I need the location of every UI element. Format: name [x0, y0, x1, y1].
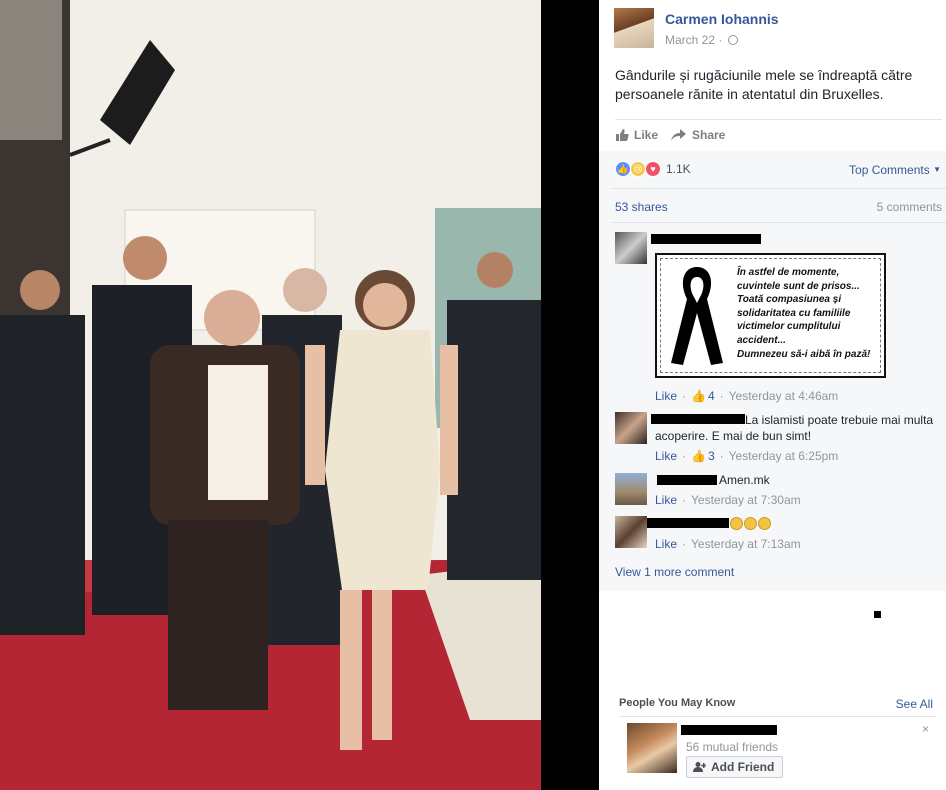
see-all-link[interactable]: See All	[896, 697, 933, 711]
comment-like-count[interactable]: 👍 3	[691, 449, 715, 463]
post-meta: March 22 ·	[665, 33, 738, 47]
ribbon-caption: În astfel de momente, cuvintele sunt de …	[737, 266, 882, 361]
sad-reaction-icon: 😢	[630, 161, 646, 177]
crying-emoji-icon	[730, 517, 743, 530]
dot-separator: ·	[682, 389, 687, 403]
comment-footer: Like · 👍 4 · Yesterday at 4:46am	[655, 389, 838, 403]
shares-link[interactable]: 53 shares	[615, 200, 668, 214]
view-more-comments-link[interactable]: View 1 more comment	[615, 565, 734, 579]
caption-line: cuvintele sunt de prisos...	[737, 280, 860, 292]
commenter-avatar[interactable]	[615, 412, 647, 444]
caption-line: victimelor cumplitului	[737, 321, 841, 333]
comments-count[interactable]: 5 comments	[877, 200, 942, 214]
divider	[619, 716, 937, 717]
comment-like-link[interactable]: Like	[655, 389, 677, 403]
commenter-avatar[interactable]	[615, 473, 647, 505]
like-count-value: 3	[707, 449, 715, 463]
comment-footer: Like · 👍 3 · Yesterday at 6:25pm	[655, 449, 838, 463]
like-label: Like	[634, 128, 659, 142]
comment-text	[730, 516, 772, 532]
dot-separator: ·	[719, 389, 724, 403]
redacted-name	[681, 725, 777, 735]
post-actions: Like Share	[615, 119, 942, 150]
comment-like-count[interactable]: 👍 4	[691, 389, 715, 403]
suggested-friend-avatar[interactable]	[627, 723, 677, 773]
share-arrow-icon	[671, 129, 686, 141]
comment-text: La islamisti poate trebuie mai multa aco…	[655, 413, 934, 443]
post-text: Gândurile și rugăciunile mele se îndreap…	[615, 67, 913, 102]
add-friend-label: Add Friend	[711, 760, 775, 774]
reactions-summary[interactable]: 👍 😢 ♥ 1.1K	[615, 161, 691, 177]
divider	[611, 222, 946, 223]
top-comments-dropdown[interactable]: Top Comments ▼	[849, 163, 941, 177]
redacted-name	[651, 234, 761, 244]
post-side-panel: Carmen Iohannis March 22 · Gândurile și …	[599, 0, 946, 790]
close-icon[interactable]: ×	[922, 722, 929, 736]
dot-separator: ·	[682, 449, 687, 463]
author-name[interactable]: Carmen Iohannis	[665, 11, 779, 27]
caption-line: solidaritatea cu familiile	[737, 307, 851, 319]
caption-line: Toată compasiunea și	[737, 294, 842, 306]
author-avatar[interactable]	[614, 8, 654, 48]
love-reaction-icon: ♥	[645, 161, 661, 177]
post-date[interactable]: March 22	[665, 33, 715, 47]
small-thumb-icon: 👍	[691, 389, 706, 403]
caret-down-icon: ▼	[933, 165, 941, 174]
black-ribbon-icon	[671, 267, 723, 365]
comment-footer: Like · Yesterday at 7:13am	[655, 537, 801, 551]
commenter-avatar[interactable]	[615, 232, 647, 264]
comment-like-link[interactable]: Like	[655, 493, 677, 507]
comment-time[interactable]: Yesterday at 4:46am	[729, 389, 839, 403]
comment-time[interactable]: Yesterday at 7:13am	[691, 537, 801, 551]
like-button[interactable]: Like	[615, 128, 658, 142]
date-separator: ·	[718, 33, 723, 47]
comment-image-black-ribbon[interactable]: În astfel de momente, cuvintele sunt de …	[655, 253, 886, 378]
like-count-value: 4	[707, 389, 715, 403]
crying-emoji-icon	[758, 517, 771, 530]
share-button[interactable]: Share	[671, 128, 725, 142]
comment-time[interactable]: Yesterday at 7:30am	[691, 493, 801, 507]
redacted-name	[647, 518, 729, 528]
photo-side-gap	[541, 0, 599, 790]
black-mark	[874, 611, 881, 618]
thumbs-up-icon	[616, 129, 629, 141]
reaction-count: 1.1K	[666, 162, 691, 176]
comment-footer: Like · Yesterday at 7:30am	[655, 493, 801, 507]
redacted-name	[657, 475, 717, 485]
comment-like-link[interactable]: Like	[655, 449, 677, 463]
caption-line: accident...	[737, 334, 786, 346]
photo-illustration	[0, 0, 541, 790]
crying-emoji-icon	[744, 517, 757, 530]
dot-separator: ·	[682, 537, 687, 551]
post-photo[interactable]	[0, 0, 541, 790]
comment-like-link[interactable]: Like	[655, 537, 677, 551]
post-header: Carmen Iohannis March 22 ·	[599, 0, 946, 58]
comment-text: Amen.mk	[719, 473, 770, 487]
commenter-avatar[interactable]	[615, 516, 647, 548]
like-reaction-icon: 👍	[615, 161, 631, 177]
caption-line: Dumnezeu să-i aibă în pază!	[737, 348, 871, 360]
small-thumb-icon: 👍	[691, 449, 706, 463]
mutual-friends[interactable]: 56 mutual friends	[686, 740, 778, 754]
sort-label: Top Comments	[849, 163, 930, 177]
comment-time[interactable]: Yesterday at 6:25pm	[729, 449, 839, 463]
pymk-title: People You May Know	[619, 697, 736, 709]
divider	[611, 188, 946, 189]
dot-separator: ·	[719, 449, 724, 463]
add-friend-button[interactable]: Add Friend	[686, 756, 784, 778]
share-label: Share	[692, 128, 726, 142]
caption-line: În astfel de momente,	[737, 267, 840, 278]
dot-separator: ·	[682, 493, 687, 507]
globe-icon	[727, 35, 738, 45]
add-friend-icon	[693, 762, 706, 772]
